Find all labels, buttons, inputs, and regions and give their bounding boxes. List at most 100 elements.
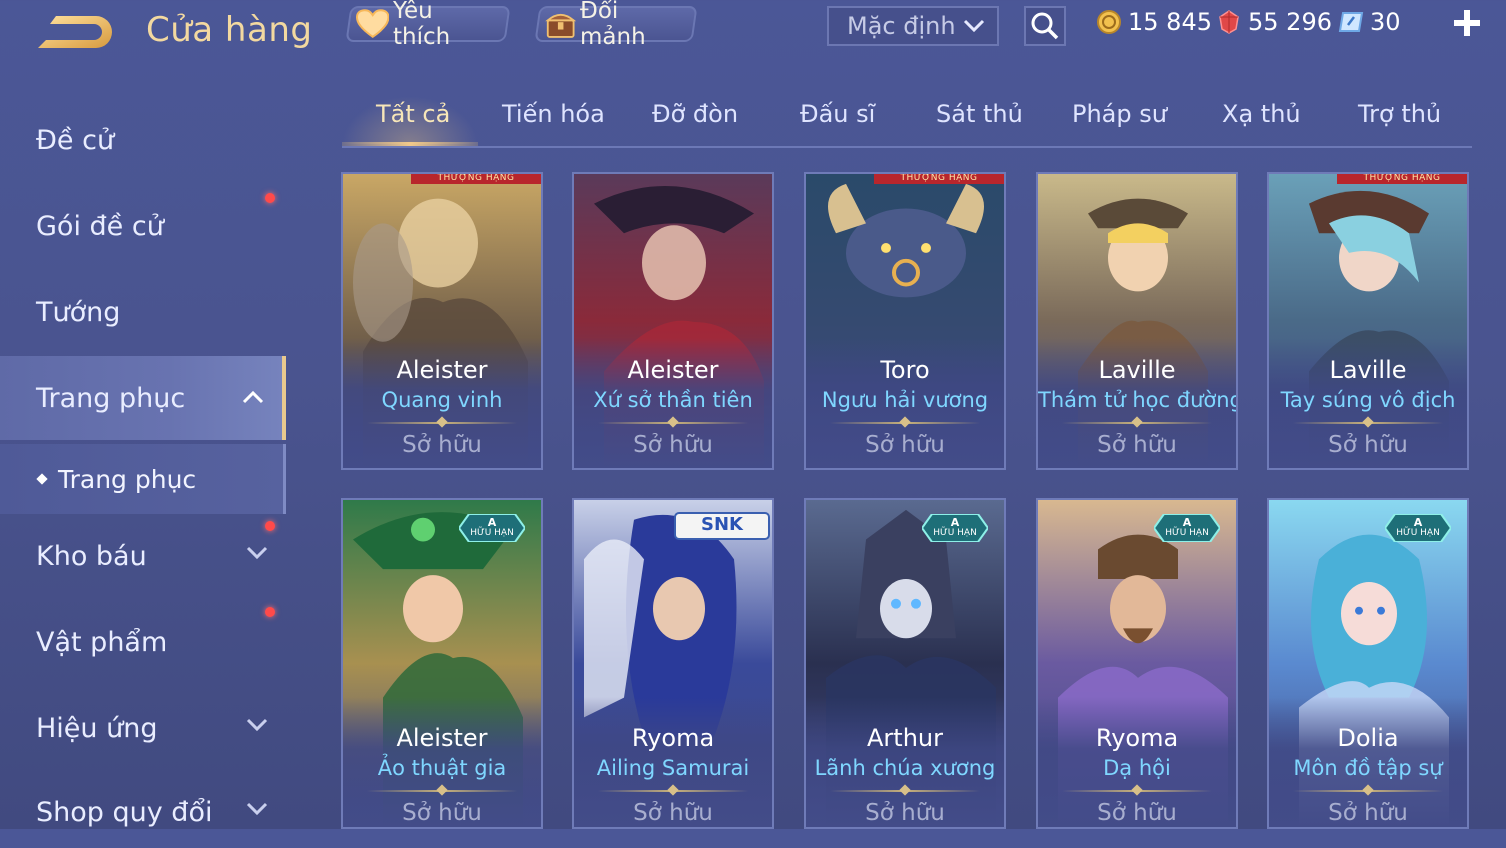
sidebar-item-recommended-packs[interactable]: Gói đề cử [0, 190, 286, 262]
sidebar-item-exchange-shop[interactable]: Shop quy đổi [0, 776, 286, 848]
chevron-down-icon [963, 19, 985, 33]
back-arrow-icon[interactable] [34, 12, 114, 52]
active-tab-underline [342, 142, 478, 146]
search-button[interactable] [1024, 6, 1066, 46]
sort-label: Mặc định [847, 12, 956, 40]
hero-name: Aleister [627, 356, 719, 384]
voucher-balance: 30 [1338, 8, 1401, 36]
limited-badge: A HỮU HẠN [1165, 516, 1209, 538]
hero-name: Ryoma [1095, 724, 1179, 752]
sidebar-item-recommended[interactable]: Đề cử [0, 104, 286, 176]
card-divider [1062, 422, 1212, 424]
skin-card[interactable]: SNK Ryoma Ailing Samurai Sở hữu [572, 498, 774, 829]
favorites-button[interactable]: Yêu thích [345, 0, 511, 50]
sidebar-item-treasure[interactable]: Kho báu [0, 520, 286, 592]
tab-assassin[interactable]: Sát thủ [936, 100, 1023, 128]
sidebar-item-label: Tướng [36, 296, 121, 328]
sidebar-subitem-skins[interactable]: Trang phục [0, 444, 286, 514]
skin-name: Xứ sở thần tiên [593, 388, 753, 412]
tab-marksman[interactable]: Xạ thủ [1222, 100, 1301, 128]
skin-card[interactable]: A HỮU HẠN Aleister Ảo thuật gia Sở hữu [341, 498, 543, 829]
owned-status: Sở hữu [1097, 432, 1177, 458]
tab-tank[interactable]: Đỡ đòn [652, 100, 738, 128]
skin-card[interactable]: Aleister Xứ sở thần tiên Sở hữu [572, 172, 774, 470]
hero-name: Aleister [396, 356, 488, 384]
card-divider [1293, 422, 1443, 424]
owned-status: Sở hữu [1328, 800, 1408, 826]
card-divider [1293, 790, 1443, 792]
chevron-down-icon [246, 718, 268, 732]
ruby-amount: 55 296 [1248, 8, 1332, 36]
hero-name: Laville [1329, 356, 1407, 384]
premium-ribbon: THƯỢNG HẠNG [874, 174, 1004, 184]
sidebar-item-items[interactable]: Vật phẩm [0, 606, 286, 678]
sidebar-item-heroes[interactable]: Tướng [0, 276, 286, 348]
owned-status: Sở hữu [1097, 800, 1177, 826]
treasure-chest-icon [545, 13, 577, 38]
tab-all[interactable]: Tất cả [376, 100, 450, 128]
gold-coin-icon [1097, 10, 1121, 34]
skin-card[interactable]: THƯỢNG HẠNG Aleister Quang vinh Sở hữu [341, 172, 543, 470]
sort-dropdown[interactable]: Mặc định [827, 6, 999, 46]
owned-status: Sở hữu [402, 432, 482, 458]
hero-name: Dolia [1337, 724, 1399, 752]
skin-card[interactable]: THƯỢNG HẠNG Toro Ngưu hải vương Sở hữu [804, 172, 1006, 470]
gold-amount: 15 845 [1128, 8, 1212, 36]
owned-status: Sở hữu [402, 800, 482, 826]
chevron-down-icon [246, 802, 268, 816]
add-currency-icon[interactable] [1450, 6, 1484, 40]
owned-status: Sở hữu [633, 432, 713, 458]
owned-status: Sở hữu [1328, 432, 1408, 458]
skin-name: Môn đồ tập sự [1293, 756, 1443, 780]
skin-card[interactable]: Laville Thám tử học đường Sở hữu [1036, 172, 1238, 470]
hero-name: Laville [1098, 356, 1176, 384]
tab-fighter[interactable]: Đấu sĩ [800, 100, 875, 128]
premium-ribbon: THƯỢNG HẠNG [1337, 174, 1467, 184]
hero-name: Toro [880, 356, 930, 384]
sidebar-item-label: Shop quy đổi [36, 796, 213, 828]
owned-status: Sở hữu [865, 800, 945, 826]
skin-name: Dạ hội [1103, 756, 1171, 780]
tab-evolution[interactable]: Tiến hóa [502, 100, 605, 128]
hero-name: Ryoma [631, 724, 715, 752]
voucher-icon [1338, 12, 1364, 32]
skin-name: Lãnh chúa xương [814, 756, 996, 780]
sidebar-item-label: Kho báu [36, 540, 147, 572]
top-bar: Cửa hàng Yêu thích Đổi mảnh Mặc định 15 [0, 0, 1506, 58]
tab-mage[interactable]: Pháp sư [1072, 100, 1167, 128]
skin-card[interactable]: A HỮU HẠN Dolia Môn đồ tập sự Sở hữu [1267, 498, 1469, 829]
skin-name: Thám tử học đường [1038, 388, 1238, 412]
sidebar-item-label: Vật phẩm [36, 626, 168, 658]
card-divider [598, 790, 748, 792]
sidebar-item-skins[interactable]: Trang phục [0, 356, 286, 440]
sidebar: Đề cử Gói đề cử Tướng Trang phục Trang p… [0, 80, 290, 829]
limited-badge: A HỮU HẠN [933, 516, 977, 538]
tab-support[interactable]: Trợ thủ [1358, 100, 1441, 128]
skin-name: Ailing Samurai [596, 756, 750, 780]
page-title: Cửa hàng [146, 10, 313, 50]
skin-card[interactable]: THƯỢNG HẠNG Laville Tay súng vô địch Sở … [1267, 172, 1469, 470]
exchange-label: Đổi mảnh [580, 0, 647, 50]
skin-name: Ngưu hải vương [821, 388, 989, 412]
card-divider [367, 422, 517, 424]
hero-name: Aleister [396, 724, 488, 752]
ruby-balance: 55 296 [1216, 8, 1332, 36]
exchange-fragments-button[interactable]: Đổi mảnh [534, 0, 698, 50]
skin-card[interactable]: A HỮU HẠN Ryoma Dạ hội Sở hữu [1036, 498, 1238, 829]
premium-ribbon: THƯỢNG HẠNG [411, 174, 541, 184]
card-divider [1062, 790, 1212, 792]
card-divider [598, 422, 748, 424]
voucher-amount: 30 [1370, 8, 1401, 36]
card-divider [830, 790, 980, 792]
owned-status: Sở hữu [633, 800, 713, 826]
bullet-icon [36, 473, 48, 485]
chevron-down-icon [246, 546, 268, 560]
heart-icon [356, 9, 390, 38]
skin-card[interactable]: A HỮU HẠN Arthur Lãnh chúa xương Sở hữu [804, 498, 1006, 829]
sidebar-item-effects[interactable]: Hiệu ứng [0, 692, 286, 764]
ruby-icon [1219, 10, 1239, 34]
owned-status: Sở hữu [865, 432, 945, 458]
category-tabs: Tất cả Tiến hóa Đỡ đòn Đấu sĩ Sát thủ Ph… [342, 96, 1472, 148]
skin-name: Quang vinh [381, 388, 503, 412]
sidebar-subitem-label: Trang phục [58, 464, 197, 494]
